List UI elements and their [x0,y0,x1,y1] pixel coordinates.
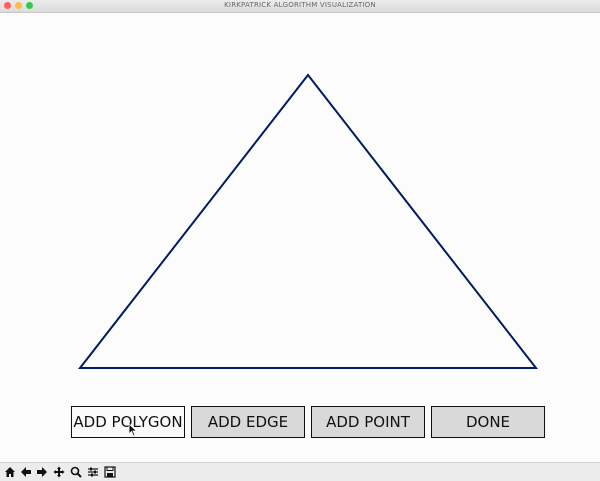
save-icon[interactable] [103,465,117,479]
canvas-svg [77,73,539,369]
zoom-icon[interactable] [69,465,83,479]
navigation-toolbar [0,462,600,481]
done-button[interactable]: DONE [431,406,545,438]
mouse-cursor-icon [128,423,138,437]
title-bar: KIRKPATRICK ALGORITHM VISUALIZATION [0,0,600,13]
home-icon[interactable] [3,465,17,479]
pan-icon[interactable] [52,465,66,479]
back-arrow-icon[interactable] [19,465,33,479]
forward-arrow-icon[interactable] [35,465,49,479]
configure-icon[interactable] [86,465,100,479]
add-point-button[interactable]: ADD POINT [311,406,425,438]
window-title: KIRKPATRICK ALGORITHM VISUALIZATION [224,1,376,9]
add-edge-button[interactable]: ADD EDGE [191,406,305,438]
plot-canvas[interactable] [0,13,600,462]
triangle-polygon [77,73,539,369]
